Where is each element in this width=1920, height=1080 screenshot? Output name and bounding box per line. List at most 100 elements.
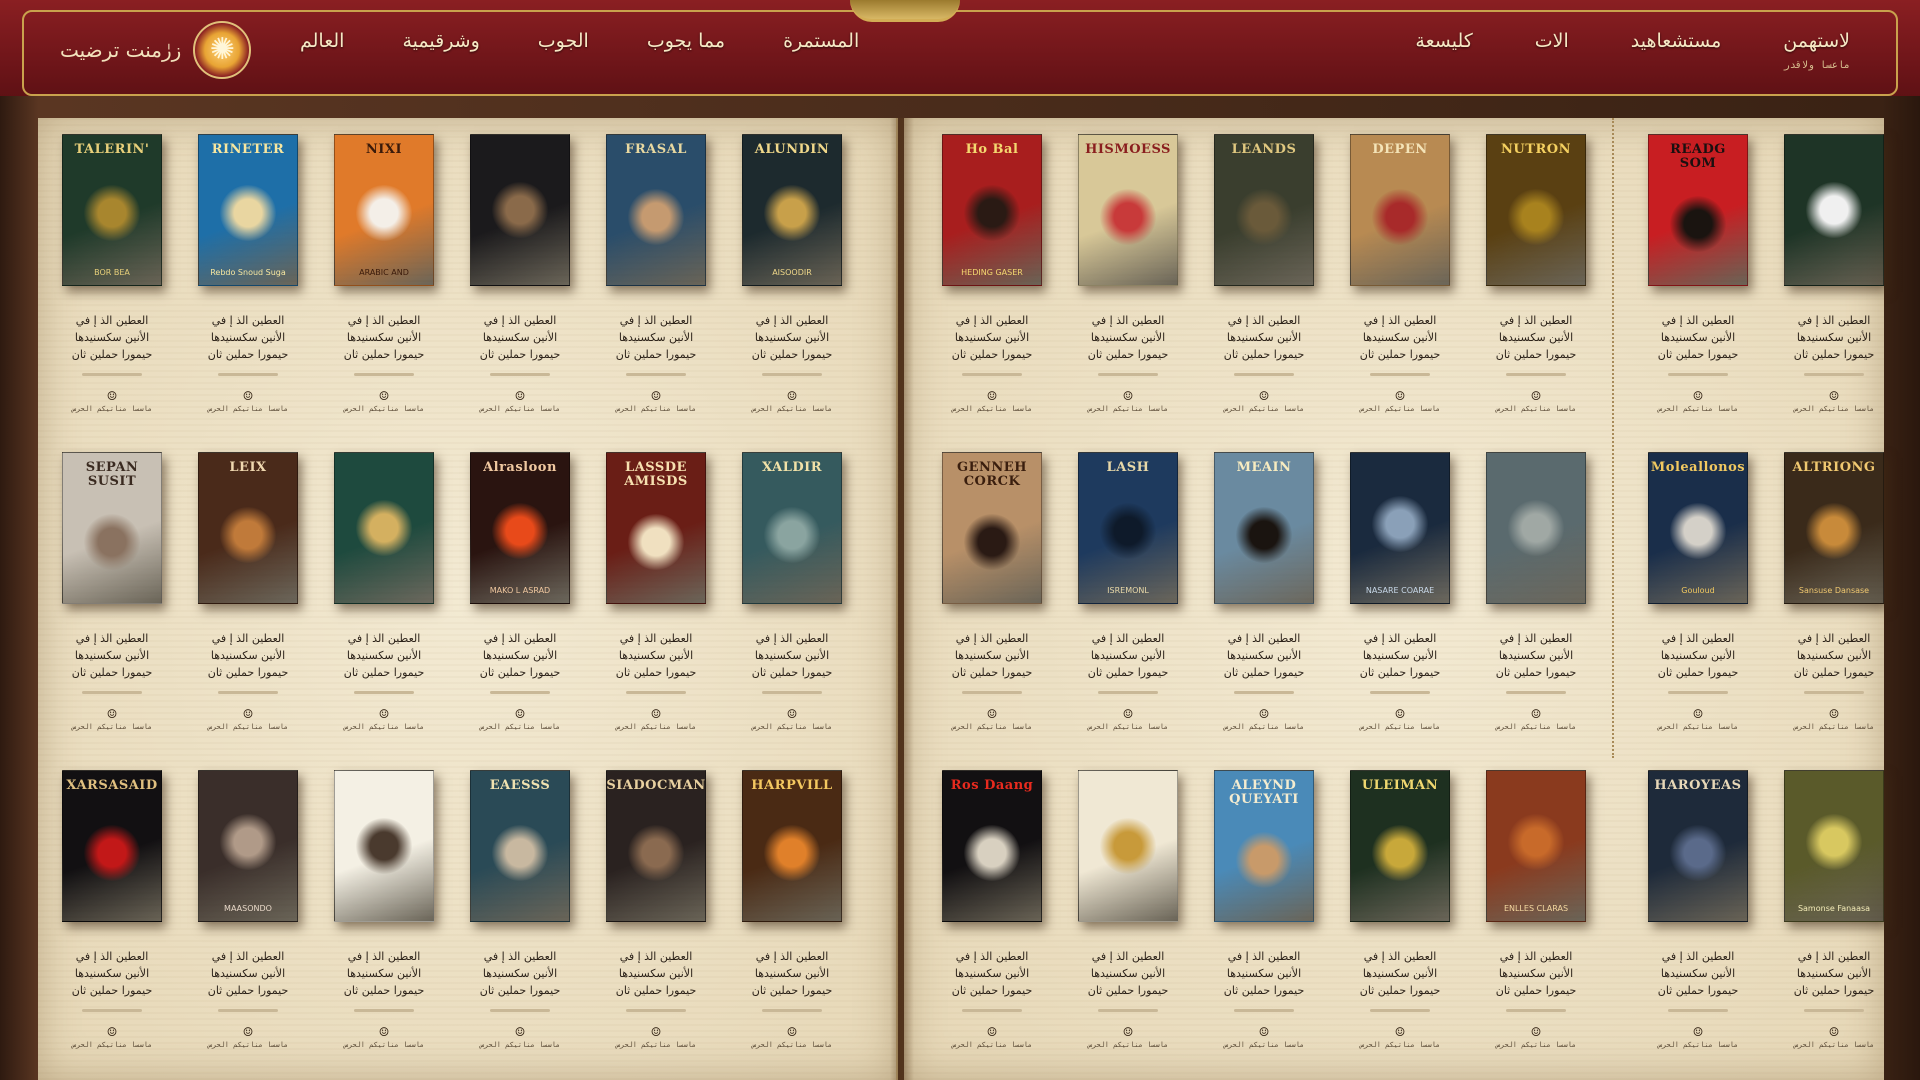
book-card[interactable]: Moleallonos Gouloud العطين الذ إ في الأنين … [1648, 452, 1748, 770]
book-meta[interactable]: ☺ ماسسا مناتيكم الحرس [952, 708, 1032, 731]
book-meta[interactable]: ☺ ماسسا مناتيكم الحرس [616, 390, 696, 413]
book-cover[interactable]: EAESSS [470, 770, 570, 922]
book-cover[interactable]: DEPEN [1350, 134, 1450, 286]
book-cover[interactable]: RINETER Rebdo Snoud Suga [198, 134, 298, 286]
book-meta[interactable]: ☺ ماسسا مناتيكم الحرس [1794, 390, 1874, 413]
book-card[interactable]: NUTRON العطين الذ إ في الأنين سكسنيدها حيمو… [1486, 134, 1586, 452]
book-card[interactable]: READG SOM العطين الذ إ في الأنين سكسنيدها ح… [1648, 134, 1748, 452]
nav-item[interactable]: الات [1535, 30, 1569, 52]
book-card[interactable]: Alrasloon MAKO L ASRAD العطين الذ إ في الأن… [470, 452, 570, 770]
book-card[interactable]: GENNEH CORCK العطين الذ إ في الأنين سكسنيد… [942, 452, 1042, 770]
book-card[interactable]: HISMOESS العطين الذ إ في الأنين سكسنيدها حي… [1078, 134, 1178, 452]
book-cover[interactable] [1784, 134, 1884, 286]
book-meta[interactable]: ☺ ماسسا مناتيكم الحرس [1658, 708, 1738, 731]
book-cover[interactable]: LASH ISREMONL [1078, 452, 1178, 604]
book-cover[interactable] [470, 134, 570, 286]
book-meta[interactable]: ☺ ماسسا مناتيكم الحرس [1658, 390, 1738, 413]
book-card[interactable]: NASARE COARAE العطين الذ إ في الأنين سكسني… [1350, 452, 1450, 770]
book-card[interactable]: EAESSS العطين الذ إ في الأنين سكسنيدها حيمو… [470, 770, 570, 1080]
book-cover[interactable]: ALEYND QUEYATI [1214, 770, 1314, 922]
book-card[interactable]: العطين الذ إ في الأنين سكسنيدها حيمورا حمل… [1486, 452, 1586, 770]
book-card[interactable]: TALERIN' BOR BEA العطين الذ إ في الأنين سكس… [62, 134, 162, 452]
book-meta[interactable]: ☺ ماسسا مناتيكم الحرس [1360, 1026, 1440, 1049]
book-meta[interactable]: ☺ ماسسا مناتيكم الحرس [480, 390, 560, 413]
book-cover[interactable]: LEIX [198, 452, 298, 604]
book-cover[interactable]: ULEIMAN [1350, 770, 1450, 922]
book-meta[interactable]: ☺ ماسسا مناتيكم الحرس [752, 708, 832, 731]
book-cover[interactable]: Alrasloon MAKO L ASRAD [470, 452, 570, 604]
nav-item[interactable]: العالم [300, 30, 344, 52]
book-card[interactable]: العطين الذ إ في الأنين سكسنيدها حيمورا حمل… [1078, 770, 1178, 1080]
nav-item[interactable]: المستمرة [783, 30, 859, 52]
book-cover[interactable] [334, 770, 434, 922]
book-cover[interactable]: HARPVILL [742, 770, 842, 922]
book-cover[interactable]: ALUNDIN AISOODIR [742, 134, 842, 286]
book-card[interactable]: NIXI ARABIC AND العطين الذ إ في الأنين سكسن… [334, 134, 434, 452]
book-cover[interactable] [334, 452, 434, 604]
book-cover[interactable]: XARSASAID [62, 770, 162, 922]
book-meta[interactable]: ☺ ماسسا مناتيكم الحرس [72, 1026, 152, 1049]
nav-item[interactable]: مستشعاهيد [1631, 30, 1722, 52]
book-card[interactable]: RINETER Rebdo Snoud Suga العطين الذ إ في ال… [198, 134, 298, 452]
book-cover[interactable]: XALDIR [742, 452, 842, 604]
book-cover[interactable]: ALTRIONG Sansuse Dansase [1784, 452, 1884, 604]
book-cover[interactable]: HISMOESS [1078, 134, 1178, 286]
nav-item[interactable]: لاستهمن [1783, 30, 1850, 52]
book-cover[interactable]: TALERIN' BOR BEA [62, 134, 162, 286]
book-cover[interactable]: SEPAN SUSIT [62, 452, 162, 604]
book-cover[interactable]: READG SOM [1648, 134, 1748, 286]
book-cover[interactable]: NASARE COARAE [1350, 452, 1450, 604]
book-card[interactable]: XALDIR العطين الذ إ في الأنين سكسنيدها حيمو… [742, 452, 842, 770]
book-cover[interactable] [1078, 770, 1178, 922]
book-cover[interactable]: SIADOCMAN [606, 770, 706, 922]
book-card[interactable]: ALEYND QUEYATI العطين الذ إ في الأنين سكسن… [1214, 770, 1314, 1080]
book-meta[interactable]: ☺ ماسسا مناتيكم الحرس [1224, 390, 1304, 413]
book-meta[interactable]: ☺ ماسسا مناتيكم الحرس [480, 708, 560, 731]
book-meta[interactable]: ☺ ماسسا مناتيكم الحرس [952, 390, 1032, 413]
book-meta[interactable]: ☺ ماسسا مناتيكم الحرس [208, 708, 288, 731]
book-cover[interactable]: GENNEH CORCK [942, 452, 1042, 604]
book-card[interactable]: SEPAN SUSIT العطين الذ إ في الأنين سكسنيده… [62, 452, 162, 770]
book-meta[interactable]: ☺ ماسسا مناتيكم الحرس [1496, 708, 1576, 731]
book-cover[interactable]: NIXI ARABIC AND [334, 134, 434, 286]
book-cover[interactable]: Ros Daang [942, 770, 1042, 922]
book-card[interactable]: Samonse Fanaasa العطين الذ إ في الأنين سكس… [1784, 770, 1884, 1080]
brand[interactable]: ✺ زرٰمنت ترضيت [60, 20, 252, 80]
book-cover[interactable]: HAROYEAS [1648, 770, 1748, 922]
book-card[interactable]: LEANDS العطين الذ إ في الأنين سكسنيدها حيمو… [1214, 134, 1314, 452]
book-meta[interactable]: ☺ ماسسا مناتيكم الحرس [952, 1026, 1032, 1049]
book-cover[interactable]: FRASAL [606, 134, 706, 286]
book-card[interactable]: MAASONDO العطين الذ إ في الأنين سكسنيدها حي… [198, 770, 298, 1080]
nav-item[interactable]: وشرقيمية [402, 30, 479, 52]
book-card[interactable]: العطين الذ إ في الأنين سكسنيدها حيمورا حمل… [1784, 134, 1884, 452]
book-card[interactable]: HAROYEAS العطين الذ إ في الأنين سكسنيدها حي… [1648, 770, 1748, 1080]
book-card[interactable]: ALTRIONG Sansuse Dansase العطين الذ إ في ال… [1784, 452, 1884, 770]
nav-item[interactable]: الجوب [538, 30, 589, 52]
book-meta[interactable]: ☺ ماسسا مناتيكم الحرس [616, 1026, 696, 1049]
book-card[interactable]: HARPVILL العطين الذ إ في الأنين سكسنيدها حي… [742, 770, 842, 1080]
book-card[interactable]: LASSDE AMISDS العطين الذ إ في الأنين سكسني… [606, 452, 706, 770]
book-meta[interactable]: ☺ ماسسا مناتيكم الحرس [1496, 390, 1576, 413]
book-meta[interactable]: ☺ ماسسا مناتيكم الحرس [752, 1026, 832, 1049]
book-cover[interactable] [1486, 452, 1586, 604]
book-card[interactable]: العطين الذ إ في الأنين سكسنيدها حيمورا حمل… [334, 770, 434, 1080]
book-cover[interactable]: Ho Bal HEDING GASER [942, 134, 1042, 286]
book-cover[interactable]: Moleallonos Gouloud [1648, 452, 1748, 604]
book-meta[interactable]: ☺ ماسسا مناتيكم الحرس [1088, 1026, 1168, 1049]
nav-item[interactable]: كليسعة [1415, 30, 1472, 52]
nav-item[interactable]: مما يجوب [647, 30, 725, 52]
book-card[interactable]: FRASAL العطين الذ إ في الأنين سكسنيدها حيمو… [606, 134, 706, 452]
book-meta[interactable]: ☺ ماسسا مناتيكم الحرس [1360, 708, 1440, 731]
book-meta[interactable]: ☺ ماسسا مناتيكم الحرس [1496, 1026, 1576, 1049]
book-meta[interactable]: ☺ ماسسا مناتيكم الحرس [1088, 708, 1168, 731]
book-card[interactable]: Ho Bal HEDING GASER العطين الذ إ في الأنين … [942, 134, 1042, 452]
book-cover[interactable]: LASSDE AMISDS [606, 452, 706, 604]
book-cover[interactable]: Samonse Fanaasa [1784, 770, 1884, 922]
book-cover[interactable]: LEANDS [1214, 134, 1314, 286]
book-meta[interactable]: ☺ ماسسا مناتيكم الحرس [1658, 1026, 1738, 1049]
book-cover[interactable]: ENLLES CLARAS [1486, 770, 1586, 922]
book-meta[interactable]: ☺ ماسسا مناتيكم الحرس [344, 708, 424, 731]
book-meta[interactable]: ☺ ماسسا مناتيكم الحرس [480, 1026, 560, 1049]
book-meta[interactable]: ☺ ماسسا مناتيكم الحرس [1088, 390, 1168, 413]
book-card[interactable]: LEIX العطين الذ إ في الأنين سكسنيدها حيمورا… [198, 452, 298, 770]
